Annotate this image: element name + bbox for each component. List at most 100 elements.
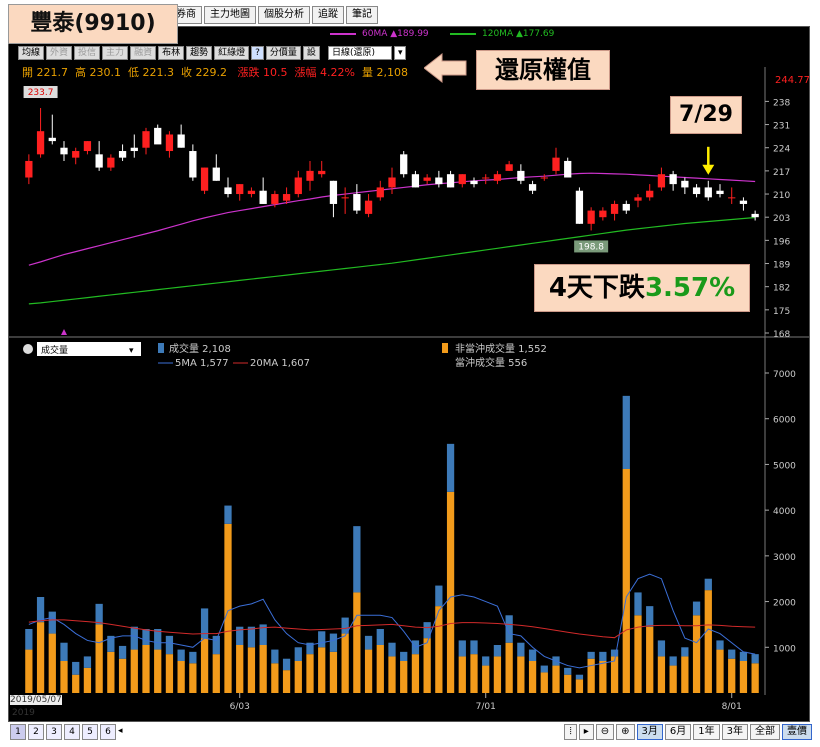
- volume-bar-daytrade: [646, 606, 654, 627]
- price-tick-label: 182: [773, 284, 790, 294]
- volume-tick-label: 7000: [773, 370, 796, 380]
- candle-body: [376, 187, 384, 198]
- scroll-right-icon[interactable]: ▸: [578, 724, 594, 740]
- candle-body: [189, 151, 197, 178]
- toolbar-settings-button[interactable]: 設: [302, 46, 320, 60]
- volume-bar-daytrade: [575, 674, 584, 680]
- volume-bar-daytrade: [95, 603, 103, 625]
- page-button-6[interactable]: 6: [100, 724, 116, 740]
- volume-bar-nonday: [482, 665, 490, 693]
- page-button-3[interactable]: 3: [46, 724, 62, 740]
- candle-body: [669, 174, 677, 185]
- toolbar-volume-profile-button[interactable]: 分價量: [265, 46, 301, 60]
- volume-bar-nonday: [306, 654, 314, 693]
- toolbar-foreign-button[interactable]: 外資: [46, 46, 73, 60]
- page-button-2[interactable]: 2: [28, 724, 44, 740]
- volume-bar-daytrade: [505, 615, 513, 643]
- chevron-down-icon[interactable]: ▾: [393, 46, 407, 60]
- candle-body: [259, 190, 267, 204]
- nonday-legend-swatch: [442, 343, 448, 353]
- volume-bar-daytrade: [25, 629, 33, 650]
- range-1y-button[interactable]: 1年: [693, 724, 720, 740]
- candle-body: [388, 177, 396, 188]
- volume-bar-daytrade: [470, 640, 478, 655]
- volume-bar-nonday: [716, 649, 724, 693]
- volume-bar-nonday: [388, 656, 396, 693]
- toolbar-trust-button[interactable]: 投信: [74, 46, 101, 60]
- range-price-button[interactable]: 壹價: [782, 724, 812, 740]
- volume-bar-nonday: [165, 654, 174, 693]
- candle-body: [72, 151, 80, 158]
- volume-bar-nonday: [271, 663, 279, 693]
- page-button-4[interactable]: 4: [64, 724, 80, 740]
- scroll-left-icon[interactable]: ◂: [118, 724, 123, 740]
- volume-bar-nonday: [681, 656, 689, 693]
- toolbar-traffic-light-button[interactable]: 紅綠燈: [214, 46, 250, 60]
- candle-body: [154, 127, 162, 145]
- range-3y-button[interactable]: 3年: [721, 724, 748, 740]
- toolbar-trend-button[interactable]: 趨勢: [186, 46, 213, 60]
- price-tick-label: 196: [773, 237, 790, 247]
- volume-bar-nonday: [154, 649, 162, 693]
- volume-bar-daytrade: [587, 651, 595, 659]
- tab-main-force-map[interactable]: 主力地圖: [204, 6, 256, 24]
- page-button-1[interactable]: 1: [10, 724, 26, 740]
- volume-bar-daytrade: [376, 629, 384, 645]
- volume-bar-daytrade: [458, 640, 466, 657]
- toolbar-margin-button[interactable]: 融資: [130, 46, 157, 60]
- x-tick-label: 6/03: [230, 702, 250, 712]
- tab-tracking[interactable]: 追蹤: [312, 6, 344, 24]
- volume-bar-daytrade: [446, 443, 455, 492]
- volume-bar-nonday: [107, 651, 115, 693]
- volume-bar-nonday: [36, 622, 45, 693]
- candle-body: [599, 210, 607, 218]
- volume-bar-nonday: [622, 469, 630, 693]
- volume-bar-nonday: [587, 658, 595, 693]
- volume-bar-daytrade: [517, 642, 525, 657]
- toolbar-ma-button[interactable]: 均線: [18, 46, 45, 60]
- restore-callout: 還原權值: [476, 50, 610, 90]
- toolbar-main-force-button[interactable]: 主力: [102, 46, 129, 60]
- page-button-5[interactable]: 5: [82, 724, 98, 740]
- candle-body: [294, 177, 302, 195]
- volume-bar-daytrade: [247, 626, 256, 648]
- tab-stock-analysis[interactable]: 個股分析: [258, 6, 310, 24]
- scroll-handle-icon[interactable]: ⦙: [564, 724, 577, 740]
- volume-bar-daytrade: [493, 645, 502, 657]
- volume-bar-daytrade: [83, 656, 92, 668]
- candle-body: [341, 197, 349, 199]
- x-tick-label: 7/01: [476, 702, 496, 712]
- volume-bar-nonday: [118, 658, 127, 693]
- range-all-button[interactable]: 全部: [750, 724, 780, 740]
- price-tick-label: 203: [773, 214, 790, 224]
- toolbar-help-button[interactable]: ?: [251, 46, 264, 60]
- volume-bar-nonday: [564, 674, 572, 693]
- range-3m-button[interactable]: 3月: [636, 724, 663, 740]
- candle-body: [25, 160, 33, 178]
- candle-body: [411, 174, 420, 188]
- volume-bar-daytrade: [528, 649, 537, 661]
- volume-bar-daytrade: [692, 601, 701, 616]
- candle-body: [224, 187, 232, 195]
- volume-bar-nonday: [48, 633, 56, 693]
- volume-bar-nonday: [376, 645, 384, 693]
- candle-body: [610, 203, 619, 214]
- volume-bar-daytrade: [318, 631, 326, 648]
- volume-bar-nonday: [540, 672, 548, 693]
- candle-body: [142, 131, 150, 148]
- volume-bar-nonday: [282, 670, 291, 693]
- volume-bar-nonday: [72, 674, 80, 693]
- volume-bar-daytrade: [540, 665, 548, 673]
- price-tick-label: 168: [773, 330, 790, 340]
- tab-notes[interactable]: 筆記: [346, 6, 378, 24]
- toolbar-bollinger-button[interactable]: 布林: [158, 46, 185, 60]
- ohlc-pct: 漲幅 4.22%: [294, 66, 355, 79]
- volume-bar-daytrade: [564, 667, 572, 675]
- period-select[interactable]: 日線(還原): [327, 46, 392, 60]
- volume-bar-daytrade: [400, 651, 408, 661]
- candle-body: [728, 197, 736, 199]
- volume-bar-nonday: [364, 649, 373, 693]
- zoom-in-icon[interactable]: ⊕: [616, 724, 635, 740]
- range-6m-button[interactable]: 6月: [664, 724, 692, 740]
- zoom-out-icon[interactable]: ⊖: [595, 724, 615, 740]
